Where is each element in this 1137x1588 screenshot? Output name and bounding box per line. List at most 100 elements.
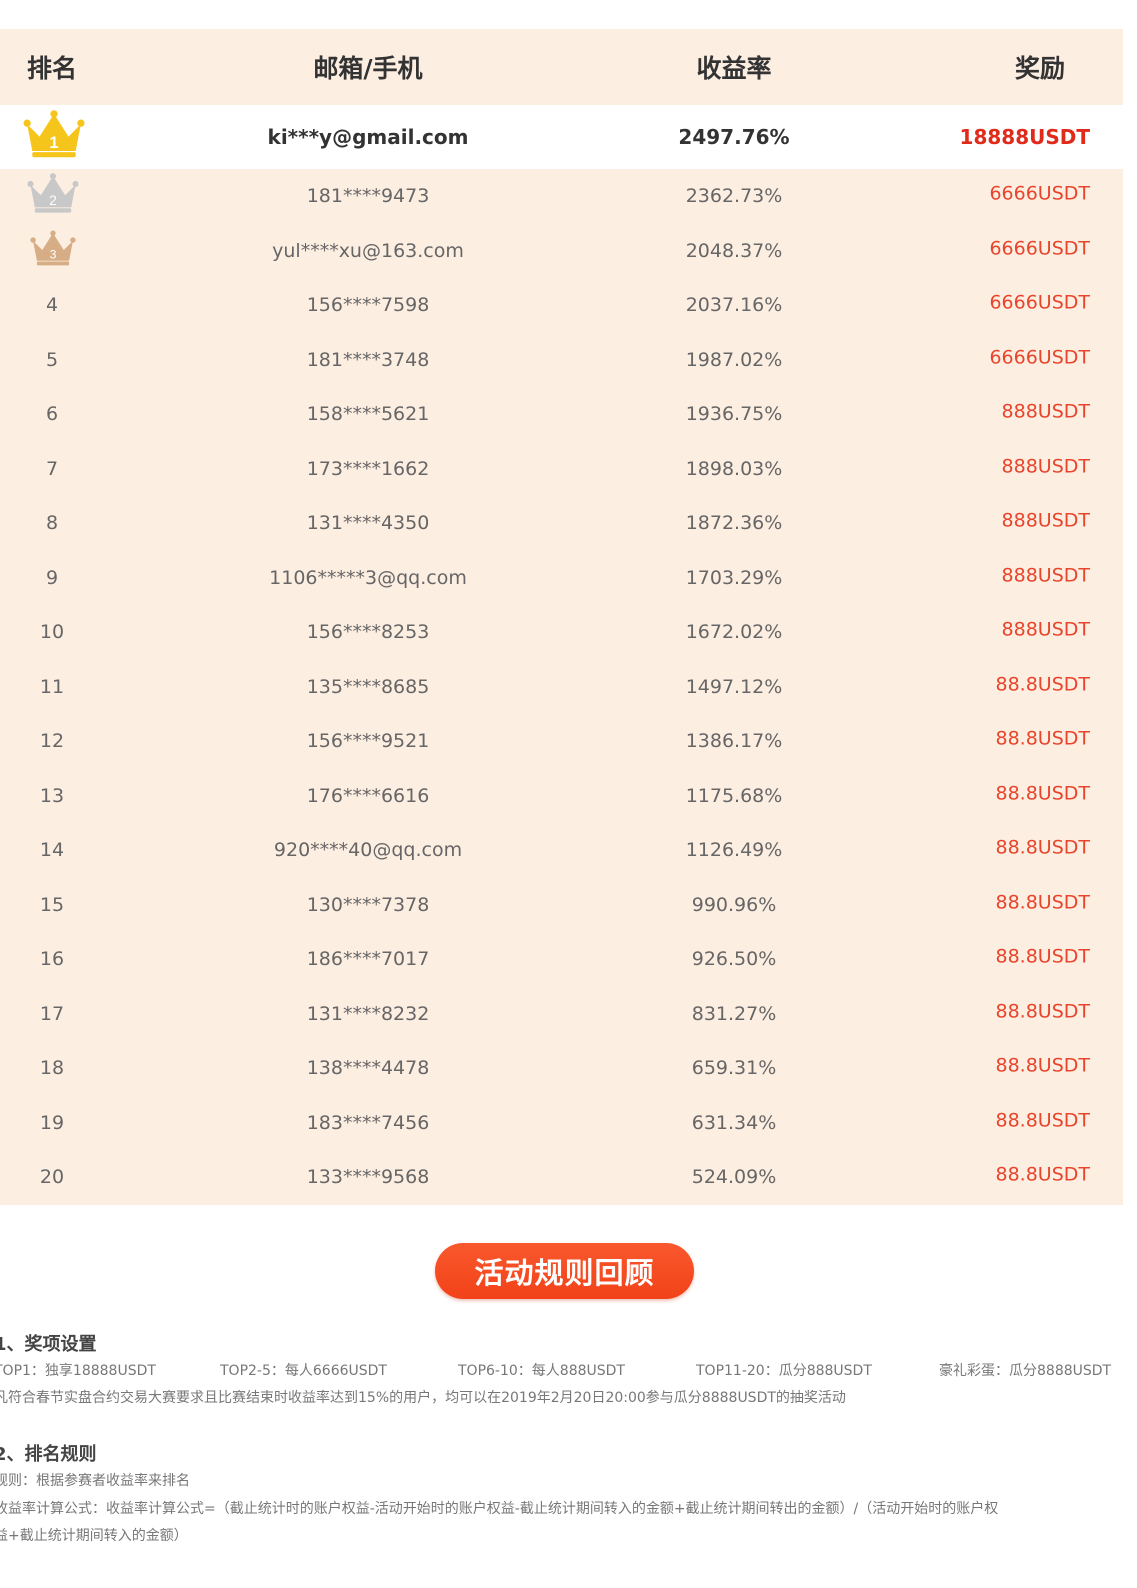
yield-cell: 1703.29% (685, 566, 783, 589)
reward-cell: 6666USDT (989, 291, 1090, 314)
table-row: 6 158****5621 1936.75% 888USDT (0, 387, 1123, 442)
header-reward: 奖励 (1014, 54, 1065, 83)
crown-icon: 2 (27, 173, 79, 220)
account-cell: 186****7017 (306, 948, 430, 971)
crown-rank-number: 3 (50, 247, 57, 261)
yield-cell: 1987.02% (685, 348, 783, 371)
rank-cell: 20 (39, 1166, 65, 1189)
yield-cell: 926.50% (691, 948, 777, 971)
account-cell: 130****7378 (306, 893, 430, 916)
rules-section2-title: 2、排名规则 (0, 1444, 97, 1465)
yield-cell: 1936.75% (685, 403, 783, 426)
reward-cell: 88.8USDT (995, 1163, 1090, 1186)
rank-cell: 5 (45, 348, 59, 371)
reward-cell: 888USDT (1001, 455, 1090, 478)
rank-cell: 9 (45, 566, 59, 589)
table-row: 10 156****8253 1672.02% 888USDT (0, 605, 1123, 660)
prize-top1: TOP1：独享18888USDT (0, 1363, 156, 1379)
table-row: 7 173****1662 1898.03% 888USDT (0, 441, 1123, 496)
rank-cell: 8 (45, 512, 59, 535)
rank-cell: 18 (39, 1057, 65, 1080)
prize-top11-20: TOP11-20：瓜分888USDT (696, 1363, 872, 1379)
crown-rank-number: 2 (49, 192, 57, 208)
reward-cell: 888USDT (1001, 618, 1090, 641)
rank-cell: 19 (39, 1111, 65, 1134)
reward-cell: 888USDT (1001, 509, 1090, 532)
header-account: 邮箱/手机 (313, 54, 423, 83)
account-cell: 135****8685 (306, 675, 430, 698)
yield-cell: 990.96% (691, 893, 777, 916)
yield-cell: 1126.49% (685, 839, 783, 862)
table-row: 5 181****3748 1987.02% 6666USDT (0, 332, 1123, 387)
table-row: 18 138****4478 659.31% 88.8USDT (0, 1041, 1123, 1096)
rank-cell: 6 (45, 403, 59, 426)
reward-cell: 88.8USDT (995, 1000, 1090, 1023)
reward-cell: 88.8USDT (995, 782, 1090, 805)
reward-cell: 88.8USDT (995, 1109, 1090, 1132)
reward-cell: 88.8USDT (995, 1054, 1090, 1077)
table-row: 12 156****9521 1386.17% 88.8USDT (0, 714, 1123, 769)
yield-cell: 1497.12% (685, 675, 783, 698)
prize-top6-10: TOP6-10：每人888USDT (458, 1363, 625, 1379)
account-cell: 156****8253 (306, 621, 430, 644)
account-cell: yul****xu@163.com (272, 239, 464, 262)
rank-cell: 16 (39, 948, 65, 971)
account-cell: 176****6616 (306, 784, 430, 807)
table-row: 17 131****8232 831.27% 88.8USDT (0, 986, 1123, 1041)
table-row: 1 ki***y@gmail.com 2497.76% 18888USDT (0, 105, 1123, 169)
account-cell: ki***y@gmail.com (267, 125, 469, 149)
reward-cell: 6666USDT (989, 346, 1090, 369)
rank-cell: 7 (45, 457, 59, 480)
rank-cell: 14 (39, 839, 65, 862)
rules-formula-line2: 益+截止统计期间转入的金额） (0, 1528, 188, 1544)
account-cell: 173****1662 (306, 457, 430, 480)
table-row: 20 133****9568 524.09% 88.8USDT (0, 1150, 1123, 1205)
yield-cell: 1672.02% (685, 621, 783, 644)
table-row: 9 1106*****3@qq.com 1703.29% 888USDT (0, 550, 1123, 605)
header-yield: 收益率 (696, 54, 772, 83)
yield-cell: 1898.03% (685, 457, 783, 480)
table-header: 排名 邮箱/手机 收益率 奖励 (0, 29, 1123, 105)
yield-cell: 831.27% (691, 1002, 777, 1025)
account-cell: 131****8232 (306, 1002, 430, 1025)
account-cell: 920****40@qq.com (273, 839, 463, 862)
account-cell: 131****4350 (306, 512, 430, 535)
rules-review-button[interactable]: 活动规则回顾 (435, 1243, 694, 1299)
rules-rank-line: 规则：根据参赛者收益率来排名 (0, 1473, 190, 1489)
crown-icon: 1 (23, 110, 85, 165)
yield-cell: 631.34% (691, 1111, 777, 1134)
prize-top2-5: TOP2-5：每人6666USDT (220, 1363, 387, 1379)
reward-cell: 18888USDT (959, 125, 1090, 149)
yield-cell: 2037.16% (685, 294, 783, 317)
table-row: 8 131****4350 1872.36% 888USDT (0, 496, 1123, 551)
account-cell: 133****9568 (306, 1166, 430, 1189)
account-cell: 181****9473 (306, 185, 430, 208)
yield-cell: 659.31% (691, 1057, 777, 1080)
account-cell: 158****5621 (306, 403, 430, 426)
account-cell: 156****7598 (306, 294, 430, 317)
rules-section1-title: 1、奖项设置 (0, 1334, 97, 1355)
account-cell: 156****9521 (306, 730, 430, 753)
reward-cell: 6666USDT (989, 182, 1090, 205)
yield-cell: 524.09% (691, 1166, 777, 1189)
account-cell: 138****4478 (306, 1057, 430, 1080)
rank-cell: 12 (39, 730, 65, 753)
reward-cell: 6666USDT (989, 237, 1090, 260)
rank-cell: 13 (39, 784, 65, 807)
crown-icon: 3 (30, 230, 76, 272)
account-cell: 1106*****3@qq.com (269, 566, 467, 589)
reward-cell: 88.8USDT (995, 945, 1090, 968)
rank-cell: 11 (39, 675, 65, 698)
yield-cell: 1386.17% (685, 730, 783, 753)
reward-cell: 88.8USDT (995, 836, 1090, 859)
yield-cell: 1175.68% (685, 784, 783, 807)
rules-section1-note: 凡符合春节实盘合约交易大赛要求且比赛结束时收益率达到15%的用户，均可以在201… (0, 1390, 846, 1406)
rank-cell: 17 (39, 1002, 65, 1025)
reward-cell: 88.8USDT (995, 727, 1090, 750)
rank-cell: 4 (45, 294, 59, 317)
table-row: 14 920****40@qq.com 1126.49% 88.8USDT (0, 823, 1123, 878)
yield-cell: 2048.37% (685, 239, 783, 262)
prize-bonus: 豪礼彩蛋：瓜分8888USDT (939, 1363, 1112, 1379)
yield-cell: 2497.76% (678, 125, 790, 149)
table-row: 3 yul****xu@163.com 2048.37% 6666USDT (0, 223, 1123, 278)
